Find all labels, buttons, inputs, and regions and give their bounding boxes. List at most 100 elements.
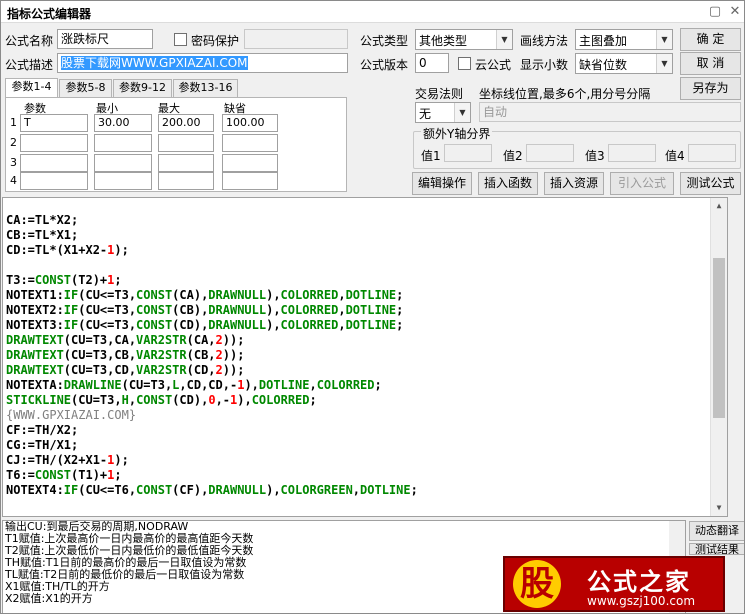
dynamic-translate-button[interactable]: 动态翻译 (689, 521, 744, 541)
param-min-cell[interactable]: 30.00 (94, 114, 152, 132)
chevron-down-icon: ▼ (496, 30, 512, 49)
decimal-value: 缺省位数 (579, 58, 628, 72)
code-token: (CD, (186, 363, 216, 377)
code-token: ,- (215, 393, 231, 407)
password-checkbox[interactable] (174, 33, 187, 46)
param-min-cell[interactable] (94, 172, 152, 190)
code-token: CA:=TL*X2; (6, 213, 79, 227)
param-min-cell[interactable] (94, 154, 152, 172)
code-line: NOTEXT4:IF(CU<=T6,CONST(CF),DRAWNULL),CO… (3, 483, 727, 498)
formula-desc-input[interactable]: 股票下载网WWW.GPXIAZAI.COM (57, 53, 348, 73)
formula-type-label: 公式类型 (360, 34, 409, 48)
code-token: (CF), (172, 483, 209, 497)
scroll-up-icon[interactable]: ▲ (711, 198, 727, 214)
formula-version-label: 公式版本 (360, 58, 409, 72)
code-token: (CU=T3, (71, 393, 122, 407)
code-lines: CA:=TL*X2; CB:=TL*X1; CD:=TL*(X1+X2-1); T3… (3, 198, 727, 498)
code-token: , (352, 483, 361, 497)
code-line: CD:=TL*(X1+X2-1); (3, 243, 727, 258)
ok-button[interactable]: 确 定 (680, 28, 741, 51)
code-token: ), (266, 303, 281, 317)
code-token: ), (266, 318, 281, 332)
param-name-cell[interactable]: T (20, 114, 88, 132)
code-token: DOTLINE (345, 318, 397, 332)
code-token: ), (237, 393, 252, 407)
cancel-button[interactable]: 取 消 (680, 52, 741, 75)
formula-name-input[interactable]: 涨跌标尺 (57, 29, 153, 49)
password-label: 密码保护 (191, 34, 240, 48)
tab-params-13-16[interactable]: 参数13-16 (173, 79, 238, 97)
y-value-2-input[interactable] (526, 144, 574, 162)
param-default-cell[interactable] (222, 154, 278, 172)
import-formula-button[interactable]: 引入公式 (610, 172, 674, 195)
param-default-cell[interactable] (222, 134, 278, 152)
param-name-cell[interactable] (20, 134, 88, 152)
code-token: DOTLINE (345, 288, 397, 302)
tab-params-5-8[interactable]: 参数5-8 (59, 79, 112, 97)
param-default-cell[interactable] (222, 172, 278, 190)
param-default-cell[interactable]: 100.00 (222, 114, 278, 132)
code-token: DRAWNULL (208, 318, 267, 332)
code-token: CD:=TL*(X1+X2- (6, 243, 108, 257)
code-token: , (338, 288, 346, 302)
formula-type-select[interactable]: 其他类型 ▼ (415, 29, 513, 50)
decimal-select[interactable]: 缺省位数 ▼ (575, 53, 673, 74)
y-value-1-label: 值1 (421, 149, 441, 163)
code-editor[interactable]: CA:=TL*X2; CB:=TL*X1; CD:=TL*(X1+X2-1); T3… (2, 197, 728, 517)
code-line: CF:=TH/X2; (3, 423, 727, 438)
maximize-icon[interactable]: ▢ (707, 4, 723, 20)
chevron-down-icon: ▼ (656, 54, 672, 73)
param-max-cell[interactable] (158, 154, 214, 172)
y-value-3-input[interactable] (608, 144, 656, 162)
save-as-button[interactable]: 另存为 (680, 77, 741, 100)
code-token: VAR2STR (136, 363, 187, 377)
edit-operation-button[interactable]: 编辑操作 (412, 172, 472, 195)
y-value-4-input[interactable] (688, 144, 736, 162)
y-value-1-input[interactable] (444, 144, 492, 162)
trade-rule-select[interactable]: 无 ▼ (415, 102, 471, 123)
y-value-4-label: 值4 (665, 149, 685, 163)
insert-function-button[interactable]: 插入函数 (478, 172, 538, 195)
param-max-cell[interactable]: 200.00 (158, 114, 214, 132)
code-token: H (121, 393, 129, 407)
code-token: CONST (136, 483, 173, 497)
code-token: , (309, 378, 317, 392)
formula-desc-value: 股票下载网WWW.GPXIAZAI.COM (61, 56, 248, 70)
param-name-cell[interactable] (20, 154, 88, 172)
code-token: (CB, (186, 348, 216, 362)
code-token: DRAWTEXT (6, 363, 64, 377)
param-max-cell[interactable] (158, 134, 214, 152)
cloud-formula-checkbox[interactable] (458, 57, 471, 70)
test-formula-button[interactable]: 测试公式 (680, 172, 741, 195)
tab-params-1-4[interactable]: 参数1-4 (5, 78, 58, 98)
code-token: (T2)+ (71, 273, 108, 287)
code-token: 0 (208, 393, 216, 407)
coord-line-input[interactable]: 自动 (479, 102, 741, 122)
code-token: ; (374, 378, 382, 392)
code-line: CA:=TL*X2; (3, 213, 727, 228)
close-icon[interactable]: ✕ (727, 4, 743, 20)
param-name-cell[interactable] (20, 172, 88, 190)
code-token: (CB), (172, 303, 209, 317)
draw-method-label: 画线方法 (520, 34, 569, 48)
test-result-button[interactable]: 测试结果 (689, 543, 744, 555)
code-token: COLORRED (280, 288, 339, 302)
tab-params-9-12[interactable]: 参数9-12 (113, 79, 172, 97)
formula-version-input[interactable]: 0 (415, 53, 449, 73)
param-max-cell[interactable] (158, 172, 214, 190)
param-min-cell[interactable] (94, 134, 152, 152)
code-token: ), (244, 378, 259, 392)
draw-method-select[interactable]: 主图叠加 ▼ (575, 29, 673, 50)
code-token: CONST (34, 468, 72, 482)
code-token: CB:=TL*X1; (6, 228, 79, 242)
code-token: ); (114, 243, 129, 257)
password-input[interactable] (244, 29, 348, 49)
code-scrollbar[interactable]: ▲ ▼ (710, 198, 727, 516)
code-token: ; (410, 483, 418, 497)
scroll-down-icon[interactable]: ▼ (711, 500, 727, 516)
code-token: DRAWTEXT (6, 348, 64, 362)
scroll-thumb[interactable] (713, 258, 725, 418)
insert-resource-button[interactable]: 插入资源 (544, 172, 604, 195)
code-line: NOTEXTA:DRAWLINE(CU=T3,L,CD,CD,-1),DOTLI… (3, 378, 727, 393)
code-token: NOTEXT3: (6, 318, 64, 332)
